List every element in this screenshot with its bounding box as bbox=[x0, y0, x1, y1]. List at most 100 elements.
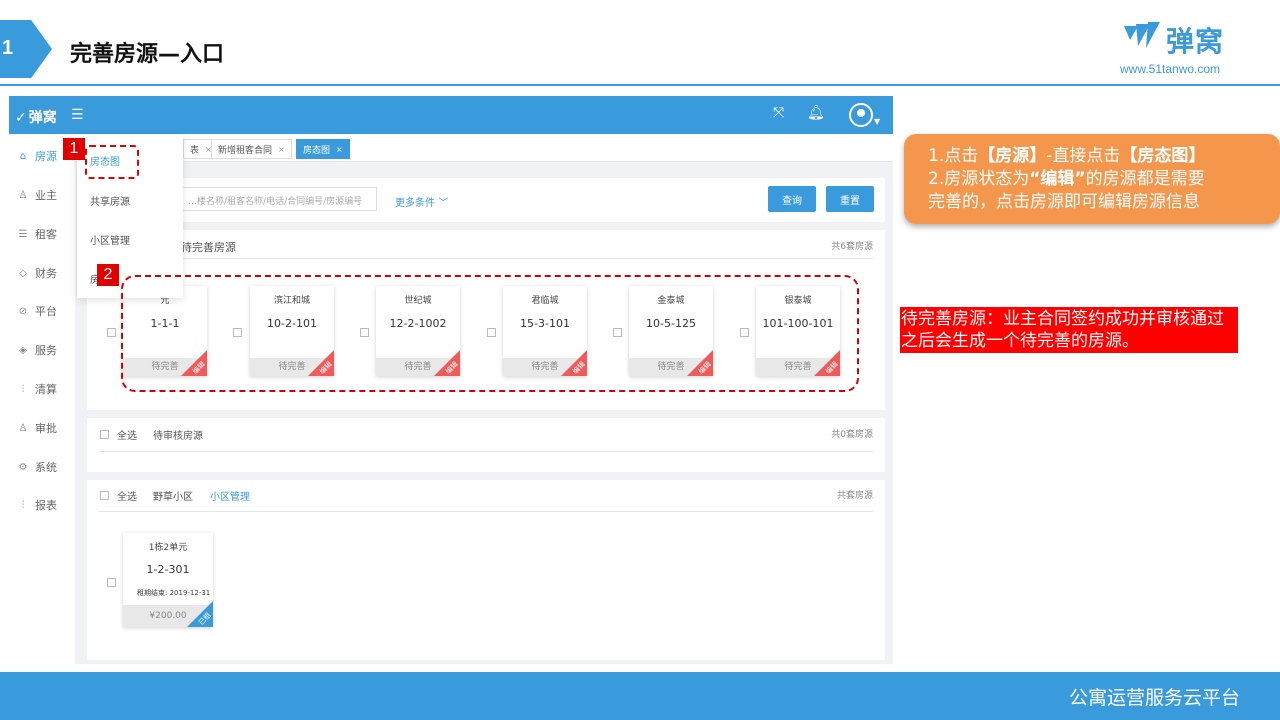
select-all-checkbox[interactable] bbox=[100, 491, 109, 500]
callout-text: 2.房源状态为 bbox=[928, 169, 1030, 189]
card-checkbox[interactable] bbox=[107, 328, 116, 337]
step-marker-1: 1 bbox=[63, 138, 85, 160]
sidebar-item-label: 房源 bbox=[35, 150, 57, 163]
callout-line-3: 完善的，点击房源即可编辑房源信息 bbox=[928, 192, 1200, 212]
tab-label: 房态图 bbox=[303, 145, 331, 156]
tab-new-tenant-contract[interactable]: 新增租客合同 × bbox=[211, 139, 292, 159]
slide-footer: 公寓运营服务云平台 bbox=[0, 672, 1280, 720]
submenu-item-community[interactable]: 小区管理 bbox=[90, 232, 130, 247]
sidebar-item-label: 清算 bbox=[35, 383, 57, 396]
approver-icon: ♙ bbox=[18, 422, 28, 434]
footer-text: 公寓运营服务云平台 bbox=[1068, 687, 1240, 709]
sidebar-item-tenant[interactable]: ☰ 租客 bbox=[9, 224, 75, 244]
slide-title: 完善房源—入口 bbox=[70, 42, 225, 67]
diamond-icon: ◇ bbox=[19, 267, 27, 279]
card-building: 1栋2单元 bbox=[148, 543, 188, 553]
tab-bar: 表 × 新增租客合同 × 房态图 × bbox=[75, 134, 893, 162]
callout-text: -直接点击 bbox=[1046, 146, 1121, 166]
room-card[interactable]: 1栋2单元 1-2-301 租期结束: 2019-12-31 ¥200.00 已… bbox=[123, 533, 213, 627]
fullscreen-icon[interactable]: ⤧ bbox=[773, 105, 784, 121]
sidebar-item-owner[interactable]: ♙ 业主 bbox=[9, 185, 75, 205]
submenu-item-shared-housing[interactable]: 共享房源 bbox=[90, 193, 130, 208]
community-name: 野草小区 bbox=[153, 492, 193, 503]
callout-text: 的房源都是需要 bbox=[1085, 169, 1205, 189]
sidebar-item-reports[interactable]: ⫶ 报表 bbox=[9, 495, 75, 515]
app-logo: ✓ 弹窝 bbox=[15, 107, 57, 127]
section-title: 待完善房源 bbox=[181, 241, 236, 254]
database-icon: ☰ bbox=[18, 228, 28, 240]
brand-name: 弹窝 bbox=[1166, 25, 1225, 58]
sidebar-item-clearing[interactable]: ⫶ 清算 bbox=[9, 379, 75, 399]
highlight-pending-cards bbox=[121, 275, 859, 392]
sidebar-item-platform[interactable]: ⊘ 平台 bbox=[9, 301, 75, 321]
instruction-callout: 1.点击【房源】-直接点击【房态图】 2.房源状态为“编辑”的房源都是需要 完善… bbox=[904, 134, 1280, 224]
callout-bold: 【房态图】 bbox=[1120, 146, 1206, 166]
sidebar-item-label: 业主 bbox=[35, 189, 57, 202]
tag-icon: ◈ bbox=[19, 344, 27, 356]
divider bbox=[99, 451, 873, 452]
logo-mark-icon: ✓ bbox=[15, 110, 27, 126]
section-title: 待审核房源 bbox=[153, 431, 203, 442]
sidebar-item-label: 报表 bbox=[35, 499, 57, 512]
brand-url: www.51tanwo.com bbox=[1120, 62, 1221, 76]
pending-review-section: 全选 待审核房源 共0套房源 bbox=[87, 418, 885, 472]
tab-label: 新增租客合同 bbox=[218, 145, 273, 156]
step-marker-2: 2 bbox=[97, 264, 119, 286]
tab-room-status[interactable]: 房态图 × bbox=[296, 139, 350, 159]
divider bbox=[99, 511, 873, 512]
close-icon[interactable]: × bbox=[336, 145, 343, 154]
query-button[interactable]: 查询 bbox=[768, 186, 816, 212]
select-all-label: 全选 bbox=[117, 431, 137, 442]
callout-bold: “编辑” bbox=[1029, 169, 1086, 189]
bell-icon[interactable]: 🔔︎ bbox=[807, 105, 825, 121]
sidebar-item-label: 审批 bbox=[35, 422, 57, 435]
section-count: 共0套房源 bbox=[831, 430, 873, 440]
card-checkbox[interactable] bbox=[107, 578, 116, 587]
card-lease-end: 租期结束: 2019-12-31 bbox=[137, 589, 211, 597]
callout-line-2: 2.房源状态为“编辑”的房源都是需要 bbox=[928, 168, 1280, 191]
gear-icon: ⚙ bbox=[18, 461, 28, 473]
menu-toggle-icon[interactable]: ☰ bbox=[71, 107, 84, 123]
reset-button[interactable]: 重置 bbox=[826, 186, 874, 212]
home-icon: ⌂ bbox=[19, 150, 27, 162]
chevron-down-icon: ﹀ bbox=[438, 198, 449, 209]
section-count: 共套房源 bbox=[836, 491, 873, 501]
card-room: 1-2-301 bbox=[146, 563, 190, 576]
slide-number-badge: 1 bbox=[0, 20, 52, 78]
search-input[interactable]: …楼名称/租客名称/电话/合同编号/房源编号 bbox=[181, 187, 377, 211]
callout-text: 1.点击 bbox=[928, 146, 979, 166]
sidebar-item-approval[interactable]: ♙ 审批 bbox=[9, 418, 75, 438]
sidebar-item-label: 系统 bbox=[35, 461, 57, 474]
slide-number: 1 bbox=[2, 37, 14, 59]
close-icon[interactable]: × bbox=[278, 145, 285, 154]
sidebar-item-service[interactable]: ◈ 服务 bbox=[9, 340, 75, 360]
sidebar-item-label: 财务 bbox=[35, 267, 57, 280]
chevron-down-icon[interactable]: ▼ bbox=[874, 117, 880, 126]
brand-mark-icon bbox=[1124, 22, 1160, 48]
section-count: 共6套房源 bbox=[831, 242, 873, 252]
sliders-icon: ⫶ bbox=[21, 499, 25, 511]
divider bbox=[99, 258, 873, 259]
pending-note: 待完善房源：业主合同签约成功并审核通过之后会生成一个待完善的房源。 bbox=[900, 307, 1238, 353]
more-conditions-link[interactable]: 更多条件 ﹀ bbox=[395, 194, 448, 209]
header-divider bbox=[0, 84, 1280, 86]
tab-label: 表 bbox=[190, 145, 200, 156]
sidebar-item-system[interactable]: ⚙ 系统 bbox=[9, 457, 75, 477]
sidebar-item-label: 服务 bbox=[35, 344, 57, 357]
callout-line-1: 1.点击【房源】-直接点击【房态图】 bbox=[928, 145, 1280, 168]
sidebar-item-label: 租客 bbox=[35, 228, 57, 241]
select-all-checkbox[interactable] bbox=[100, 430, 109, 439]
more-conditions-label: 更多条件 bbox=[395, 198, 435, 209]
search-panel: …楼名称/租客名称/电话/合同编号/房源编号 更多条件 ﹀ 查询 重置 bbox=[87, 178, 885, 222]
brand-logo: 弹窝 www.51tanwo.com bbox=[1118, 14, 1248, 80]
avatar[interactable] bbox=[849, 103, 873, 127]
select-all-label: 全选 bbox=[117, 492, 137, 503]
sidebar: ⌂ 房源 ♙ 业主 ☰ 租客 ◇ 财务 ⊘ 平台 ◈ 服务 ⫶ 清算 ♙ 审批 ⚙ 系统 ⫶ 报表 bbox=[9, 134, 75, 664]
user-icon: ♙ bbox=[18, 189, 28, 201]
sliders-icon: ⫶ bbox=[21, 383, 25, 395]
highlight-room-status bbox=[85, 145, 139, 179]
community-manage-link[interactable]: 小区管理 bbox=[210, 488, 250, 503]
community-section: 全选 野草小区 小区管理 共套房源 1栋2单元 1-2-301 租期结束: 20… bbox=[87, 480, 885, 660]
sidebar-item-finance[interactable]: ◇ 财务 bbox=[9, 263, 75, 283]
callout-bold: 【房源】 bbox=[978, 146, 1047, 166]
